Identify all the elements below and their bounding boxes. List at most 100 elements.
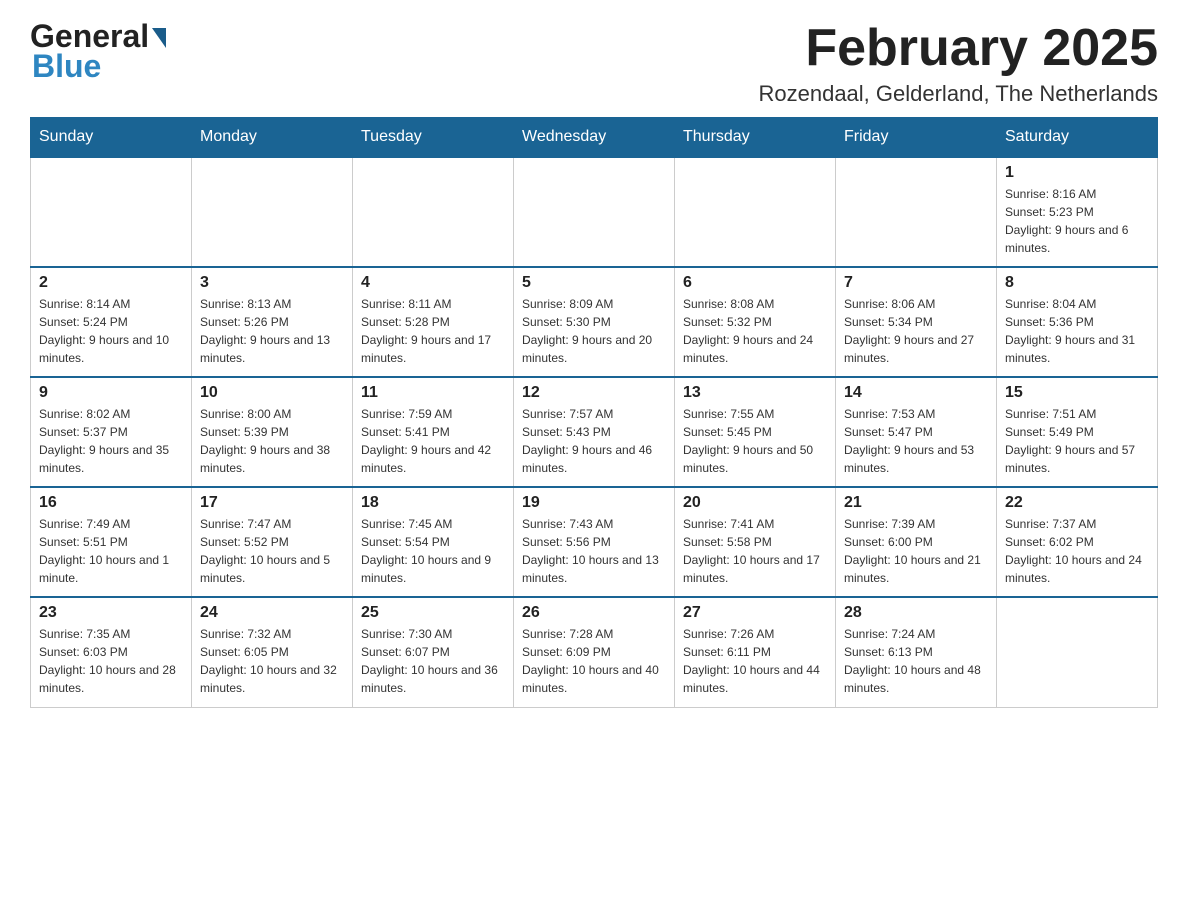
calendar-week-row: 1 Sunrise: 8:16 AM Sunset: 5:23 PM Daylig… <box>31 157 1158 267</box>
day-number: 10 <box>200 384 344 402</box>
month-title: February 2025 <box>758 20 1158 77</box>
table-row: 20 Sunrise: 7:41 AM Sunset: 5:58 PM Dayli… <box>675 487 836 597</box>
day-number: 17 <box>200 494 344 512</box>
day-number: 27 <box>683 604 827 622</box>
header-tuesday: Tuesday <box>353 118 514 158</box>
table-row: 21 Sunrise: 7:39 AM Sunset: 6:00 PM Dayli… <box>836 487 997 597</box>
day-number: 13 <box>683 384 827 402</box>
day-number: 18 <box>361 494 505 512</box>
table-row <box>192 157 353 267</box>
day-info: Sunrise: 8:08 AM Sunset: 5:32 PM Dayligh… <box>683 295 827 367</box>
header-saturday: Saturday <box>997 118 1158 158</box>
table-row <box>675 157 836 267</box>
day-info: Sunrise: 8:04 AM Sunset: 5:36 PM Dayligh… <box>1005 295 1149 367</box>
day-info: Sunrise: 8:14 AM Sunset: 5:24 PM Dayligh… <box>39 295 183 367</box>
day-info: Sunrise: 7:47 AM Sunset: 5:52 PM Dayligh… <box>200 515 344 587</box>
day-number: 6 <box>683 274 827 292</box>
day-number: 28 <box>844 604 988 622</box>
header-thursday: Thursday <box>675 118 836 158</box>
table-row: 2Sunrise: 8:14 AM Sunset: 5:24 PM Daylig… <box>31 267 192 377</box>
day-number: 14 <box>844 384 988 402</box>
table-row: 10 Sunrise: 8:00 AM Sunset: 5:39 PM Dayli… <box>192 377 353 487</box>
day-info: Sunrise: 7:30 AM Sunset: 6:07 PM Dayligh… <box>361 625 505 697</box>
day-info: Sunrise: 7:55 AM Sunset: 5:45 PM Dayligh… <box>683 405 827 477</box>
table-row: 1 Sunrise: 8:16 AM Sunset: 5:23 PM Daylig… <box>997 157 1158 267</box>
table-row: 7 Sunrise: 8:06 AM Sunset: 5:34 PM Daylig… <box>836 267 997 377</box>
table-row: 9 Sunrise: 8:02 AM Sunset: 5:37 PM Daylig… <box>31 377 192 487</box>
day-number: 15 <box>1005 384 1149 402</box>
logo: General Blue <box>30 20 166 85</box>
day-info: Sunrise: 8:13 AM Sunset: 5:26 PM Dayligh… <box>200 295 344 367</box>
table-row: 28 Sunrise: 7:24 AM Sunset: 6:13 PM Dayli… <box>836 597 997 707</box>
table-row <box>353 157 514 267</box>
day-info: Sunrise: 7:49 AM Sunset: 5:51 PM Dayligh… <box>39 515 183 587</box>
table-row: 19 Sunrise: 7:43 AM Sunset: 5:56 PM Dayli… <box>514 487 675 597</box>
day-info: Sunrise: 8:16 AM Sunset: 5:23 PM Dayligh… <box>1005 185 1149 257</box>
day-info: Sunrise: 7:51 AM Sunset: 5:49 PM Dayligh… <box>1005 405 1149 477</box>
calendar-week-row: 16 Sunrise: 7:49 AM Sunset: 5:51 PM Dayli… <box>31 487 1158 597</box>
header-wednesday: Wednesday <box>514 118 675 158</box>
day-number: 23 <box>39 604 183 622</box>
table-row: 23 Sunrise: 7:35 AM Sunset: 6:03 PM Dayli… <box>31 597 192 707</box>
table-row: 5 Sunrise: 8:09 AM Sunset: 5:30 PM Daylig… <box>514 267 675 377</box>
table-row: 12 Sunrise: 7:57 AM Sunset: 5:43 PM Dayli… <box>514 377 675 487</box>
day-info: Sunrise: 7:24 AM Sunset: 6:13 PM Dayligh… <box>844 625 988 697</box>
day-number: 20 <box>683 494 827 512</box>
day-number: 16 <box>39 494 183 512</box>
day-number: 11 <box>361 384 505 402</box>
table-row: 25 Sunrise: 7:30 AM Sunset: 6:07 PM Dayli… <box>353 597 514 707</box>
table-row <box>997 597 1158 707</box>
day-number: 9 <box>39 384 183 402</box>
header-monday: Monday <box>192 118 353 158</box>
table-row: 14 Sunrise: 7:53 AM Sunset: 5:47 PM Dayli… <box>836 377 997 487</box>
table-row: 15 Sunrise: 7:51 AM Sunset: 5:49 PM Dayli… <box>997 377 1158 487</box>
table-row: 11 Sunrise: 7:59 AM Sunset: 5:41 PM Dayli… <box>353 377 514 487</box>
calendar-week-row: 23 Sunrise: 7:35 AM Sunset: 6:03 PM Dayli… <box>31 597 1158 707</box>
day-number: 7 <box>844 274 988 292</box>
day-info: Sunrise: 8:06 AM Sunset: 5:34 PM Dayligh… <box>844 295 988 367</box>
calendar-header-row: Sunday Monday Tuesday Wednesday Thursday… <box>31 118 1158 158</box>
day-info: Sunrise: 7:28 AM Sunset: 6:09 PM Dayligh… <box>522 625 666 697</box>
day-info: Sunrise: 7:32 AM Sunset: 6:05 PM Dayligh… <box>200 625 344 697</box>
day-info: Sunrise: 8:00 AM Sunset: 5:39 PM Dayligh… <box>200 405 344 477</box>
table-row: 17 Sunrise: 7:47 AM Sunset: 5:52 PM Dayli… <box>192 487 353 597</box>
location-subtitle: Rozendaal, Gelderland, The Netherlands <box>758 81 1158 107</box>
day-number: 12 <box>522 384 666 402</box>
day-info: Sunrise: 7:39 AM Sunset: 6:00 PM Dayligh… <box>844 515 988 587</box>
calendar-week-row: 9 Sunrise: 8:02 AM Sunset: 5:37 PM Daylig… <box>31 377 1158 487</box>
day-info: Sunrise: 7:43 AM Sunset: 5:56 PM Dayligh… <box>522 515 666 587</box>
day-info: Sunrise: 8:02 AM Sunset: 5:37 PM Dayligh… <box>39 405 183 477</box>
header-sunday: Sunday <box>31 118 192 158</box>
page-header: General Blue February 2025 Rozendaal, Ge… <box>30 20 1158 107</box>
day-number: 19 <box>522 494 666 512</box>
day-number: 4 <box>361 274 505 292</box>
logo-blue-text: Blue <box>32 48 101 84</box>
calendar-week-row: 2Sunrise: 8:14 AM Sunset: 5:24 PM Daylig… <box>31 267 1158 377</box>
table-row: 6 Sunrise: 8:08 AM Sunset: 5:32 PM Daylig… <box>675 267 836 377</box>
day-number: 26 <box>522 604 666 622</box>
logo-arrow-icon <box>152 28 166 48</box>
table-row: 13 Sunrise: 7:55 AM Sunset: 5:45 PM Dayli… <box>675 377 836 487</box>
day-info: Sunrise: 7:53 AM Sunset: 5:47 PM Dayligh… <box>844 405 988 477</box>
table-row: 8 Sunrise: 8:04 AM Sunset: 5:36 PM Daylig… <box>997 267 1158 377</box>
day-number: 8 <box>1005 274 1149 292</box>
day-number: 21 <box>844 494 988 512</box>
day-info: Sunrise: 7:45 AM Sunset: 5:54 PM Dayligh… <box>361 515 505 587</box>
calendar-table: Sunday Monday Tuesday Wednesday Thursday… <box>30 117 1158 708</box>
day-info: Sunrise: 8:09 AM Sunset: 5:30 PM Dayligh… <box>522 295 666 367</box>
day-info: Sunrise: 7:57 AM Sunset: 5:43 PM Dayligh… <box>522 405 666 477</box>
day-number: 1 <box>1005 164 1149 182</box>
table-row: 3Sunrise: 8:13 AM Sunset: 5:26 PM Daylig… <box>192 267 353 377</box>
table-row: 24Sunrise: 7:32 AM Sunset: 6:05 PM Dayli… <box>192 597 353 707</box>
table-row <box>836 157 997 267</box>
day-number: 25 <box>361 604 505 622</box>
day-info: Sunrise: 7:35 AM Sunset: 6:03 PM Dayligh… <box>39 625 183 697</box>
day-info: Sunrise: 7:41 AM Sunset: 5:58 PM Dayligh… <box>683 515 827 587</box>
day-info: Sunrise: 7:59 AM Sunset: 5:41 PM Dayligh… <box>361 405 505 477</box>
day-info: Sunrise: 7:37 AM Sunset: 6:02 PM Dayligh… <box>1005 515 1149 587</box>
table-row: 22Sunrise: 7:37 AM Sunset: 6:02 PM Dayli… <box>997 487 1158 597</box>
table-row <box>31 157 192 267</box>
table-row <box>514 157 675 267</box>
table-row: 27Sunrise: 7:26 AM Sunset: 6:11 PM Dayli… <box>675 597 836 707</box>
day-number: 5 <box>522 274 666 292</box>
